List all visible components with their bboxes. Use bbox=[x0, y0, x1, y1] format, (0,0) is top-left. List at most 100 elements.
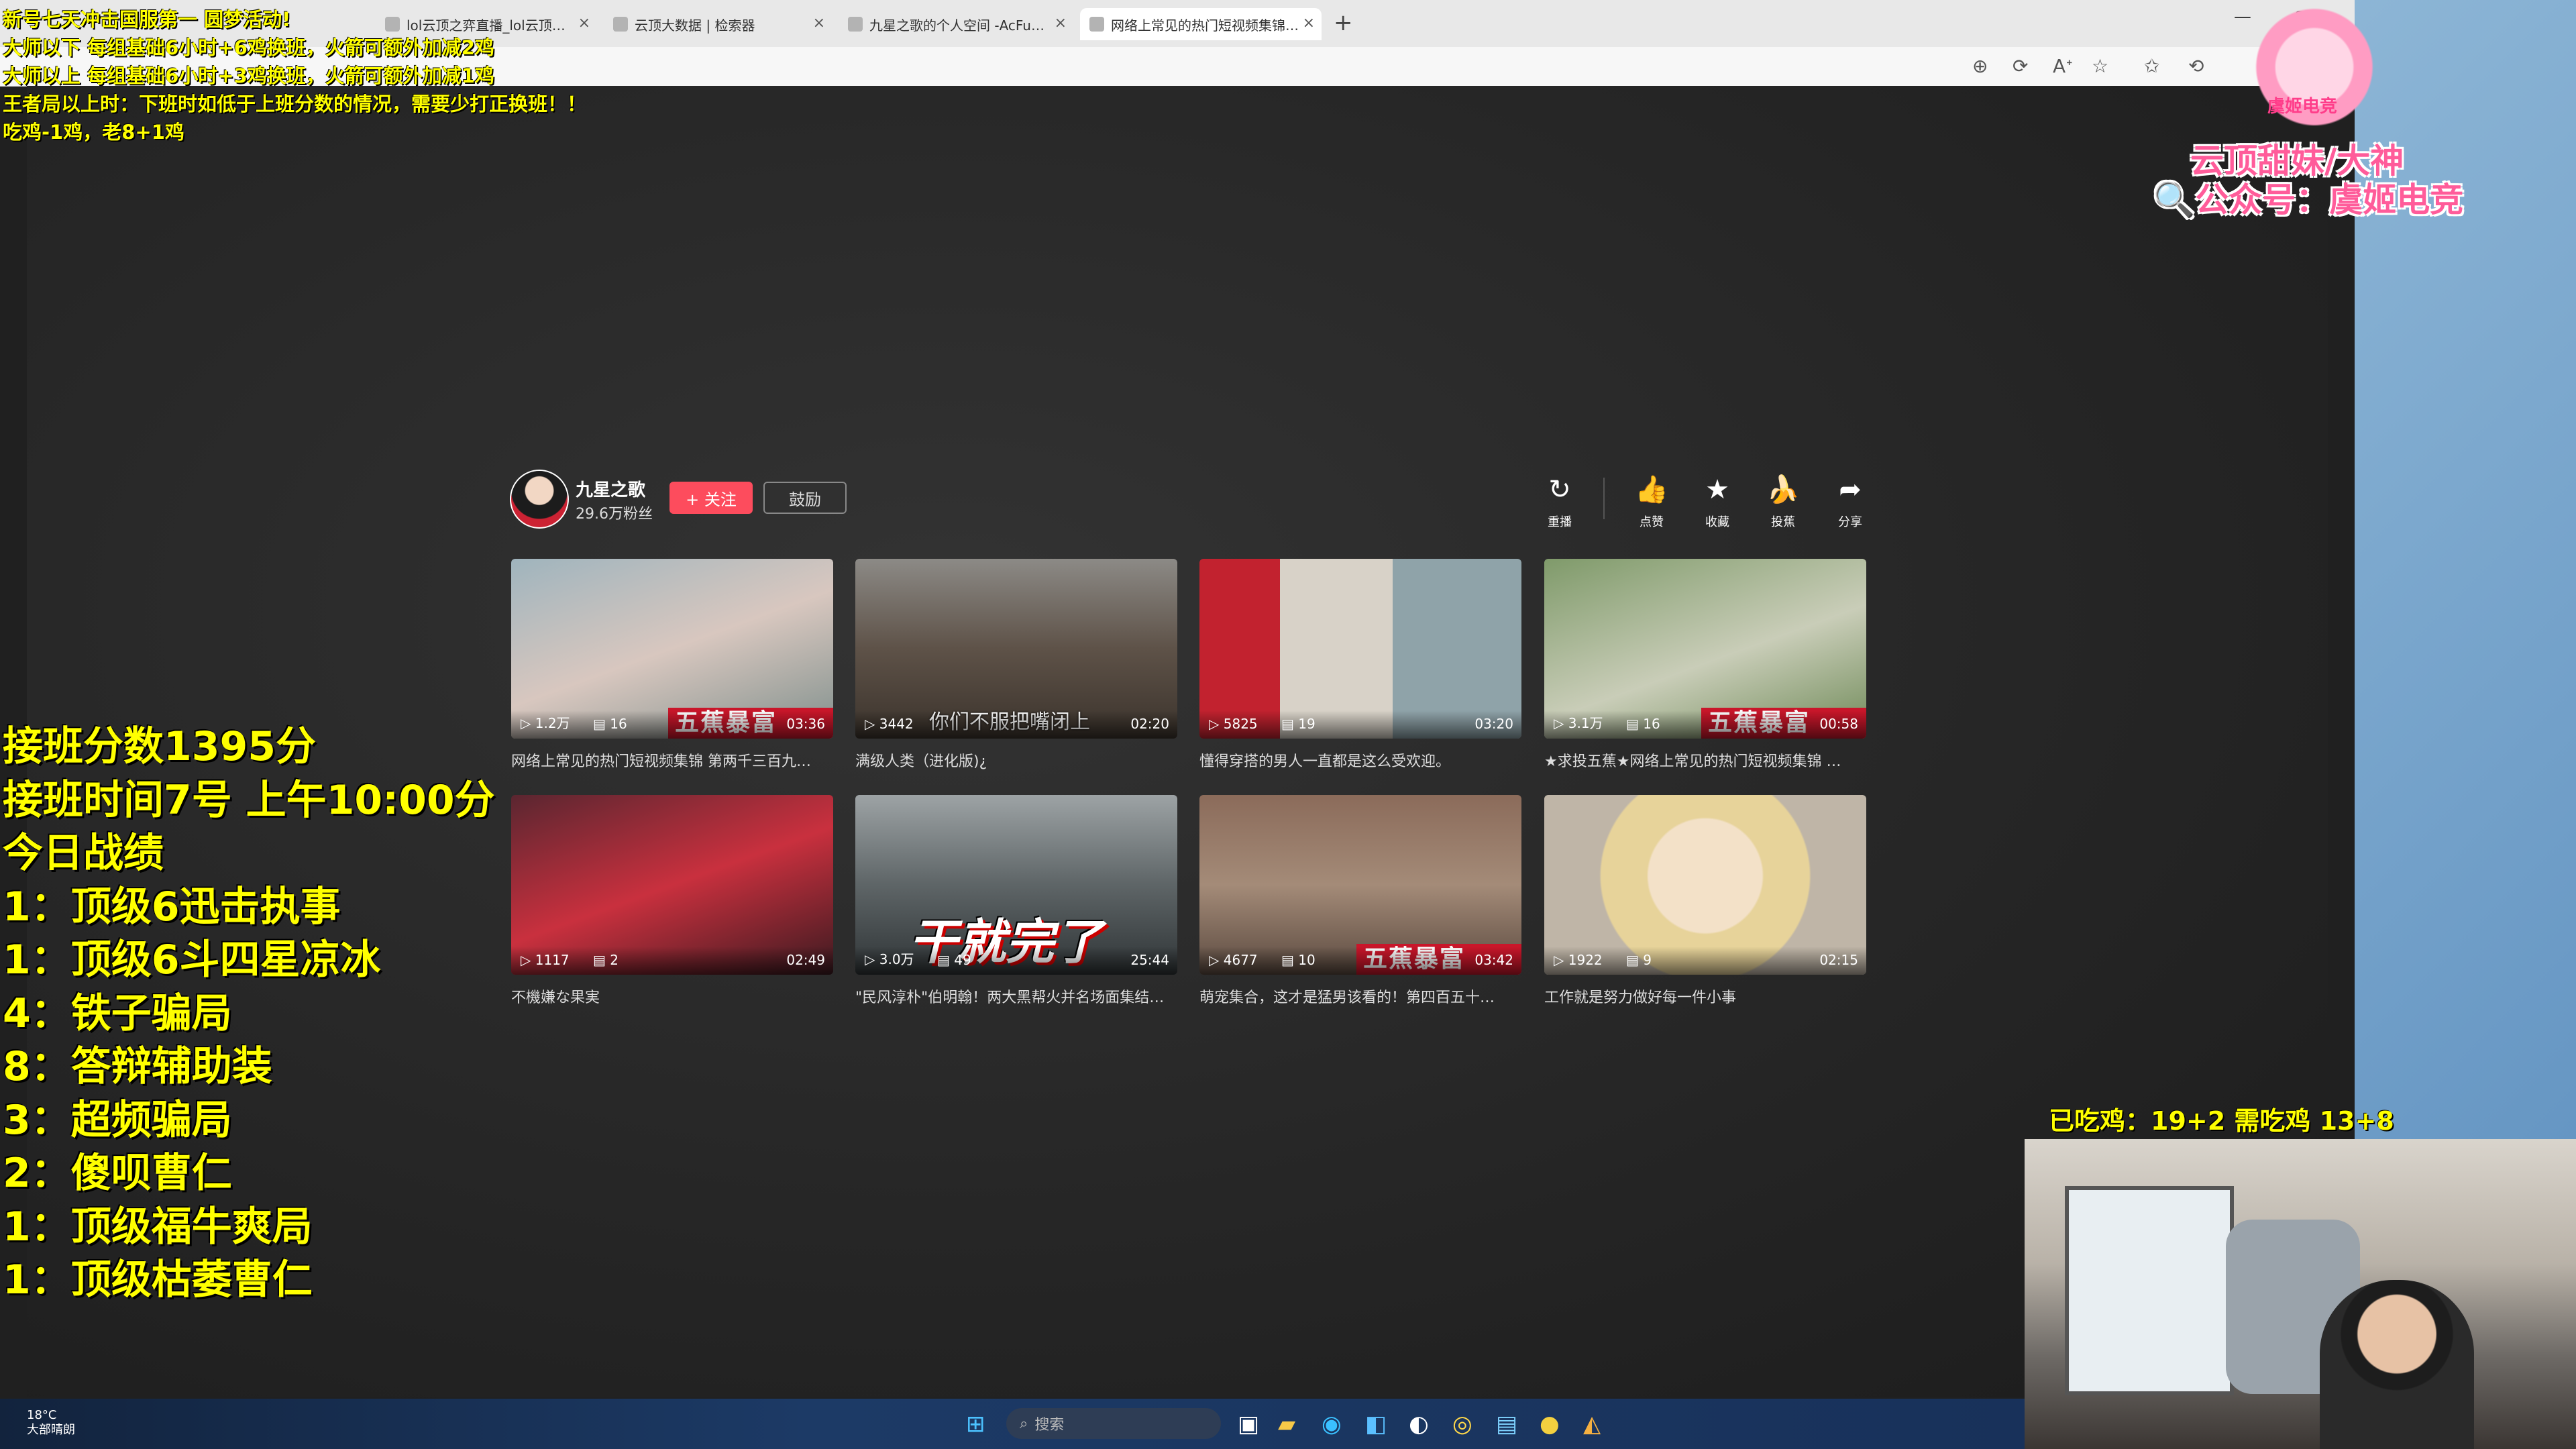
view-count: ▷ 1922 bbox=[1554, 952, 1603, 968]
view-count: ▷ 4677 bbox=[1209, 952, 1258, 968]
search-placeholder: 搜索 bbox=[1034, 1417, 1065, 1434]
video-card[interactable]: 五蕉暴富▷ 1.2万▤ 1603:36 网络上常见的热门短视频集锦 第两千三百九… bbox=[511, 559, 833, 771]
brand-line-2: 🔍公众号：虞姬电竞 bbox=[2153, 180, 2464, 219]
comment-count: ▤ 19 bbox=[1281, 716, 1316, 732]
video-title[interactable]: 不機嫌な果実 bbox=[511, 985, 833, 1007]
overlay-rule-line: 吃鸡-1鸡，老8+1鸡 bbox=[3, 121, 184, 144]
banana-button[interactable]: 🍌 投蕉 bbox=[1756, 475, 1810, 530]
task-view-icon[interactable]: ▣ bbox=[1238, 1411, 1259, 1438]
app-icon-5[interactable]: ◭ bbox=[1583, 1411, 1601, 1438]
video-title[interactable]: "民风淳朴"伯明翰！两大黑帮火并名场面集结… bbox=[855, 985, 1177, 1007]
video-duration: 03:42 bbox=[1474, 952, 1513, 968]
like-icon: 👍 bbox=[1635, 474, 1668, 505]
action-separator bbox=[1603, 478, 1605, 519]
video-card[interactable]: 五蕉暴富▷ 4677▤ 1003:42萌宠集合，这才是猛男该看的！第四百五十… bbox=[1199, 795, 1521, 1007]
app-icon-1[interactable]: ◐ bbox=[1409, 1411, 1429, 1438]
video-meta: ▷ 1922 ▤ 9 02:15 bbox=[1544, 947, 1866, 975]
history-icon[interactable]: ⟲ bbox=[2188, 55, 2204, 77]
video-thumbnail[interactable]: 你们不服把嘴闭上▷ 344202:20 bbox=[855, 559, 1177, 739]
minimize-icon[interactable]: — bbox=[2234, 7, 2251, 27]
video-end-screen bbox=[27, 86, 2328, 1397]
overlay-stat-line: 1：顶级枯萎曹仁 bbox=[3, 1256, 313, 1303]
video-duration: 25:44 bbox=[1130, 952, 1169, 968]
webcam-window bbox=[2065, 1186, 2234, 1395]
video-thumbnail[interactable]: ▷ 1922 ▤ 9 02:15 bbox=[1544, 795, 1866, 975]
search-icon: ⌕ bbox=[1020, 1415, 1028, 1432]
browser-tab[interactable]: 网络上常见的热门短视频集锦 第 × bbox=[1080, 8, 1322, 40]
close-tab-icon[interactable]: × bbox=[1303, 15, 1315, 32]
close-tab-icon[interactable]: × bbox=[578, 15, 590, 32]
edge-icon[interactable]: ◉ bbox=[1322, 1411, 1342, 1438]
like-button[interactable]: 👍 点赞 bbox=[1625, 475, 1678, 530]
video-thumbnail[interactable]: ▷ 1117 ▤ 2 02:49 bbox=[511, 795, 833, 975]
tab-favicon bbox=[848, 17, 863, 32]
favorite-button[interactable]: ★ 收藏 bbox=[1690, 475, 1744, 530]
app-icon-2[interactable]: ◎ bbox=[1452, 1411, 1472, 1438]
video-thumbnail[interactable]: 五蕉暴富▷ 3.1万▤ 1600:58 bbox=[1544, 559, 1866, 739]
replay-button[interactable]: ↻ 重播 bbox=[1533, 475, 1587, 530]
view-count: ▷ 3442 bbox=[865, 716, 914, 732]
close-tab-icon[interactable]: × bbox=[813, 15, 825, 32]
video-card[interactable]: 五蕉暴富▷ 3.1万▤ 1600:58 ★求投五蕉★网络上常见的热门短视频集锦 … bbox=[1544, 559, 1866, 771]
video-title[interactable]: 网络上常见的热门短视频集锦 第两千三百九… bbox=[511, 749, 833, 771]
read-aloud-icon[interactable]: Aᐩ bbox=[2053, 55, 2073, 77]
video-card[interactable]: 你们不服把嘴闭上▷ 344202:20 满级人类（进化版)¿ bbox=[855, 559, 1177, 771]
overlay-rule-line: 大师以下 每组基础6小时+6鸡换班，火箭可额外加减2鸡 bbox=[3, 36, 494, 59]
video-title[interactable]: 满级人类（进化版)¿ bbox=[855, 749, 1177, 771]
overlay-rule-line: 大师以上 每组基础6小时+3鸡换班，火箭可额外加减1鸡 bbox=[3, 64, 494, 87]
video-title[interactable]: 萌宠集合，这才是猛男该看的！第四百五十… bbox=[1199, 985, 1521, 1007]
video-card[interactable]: ▷ 1117 ▤ 2 02:49 不機嫌な果実 bbox=[511, 795, 833, 1007]
follow-button[interactable]: + 关注 bbox=[669, 482, 753, 514]
weather-temp: 18°C bbox=[27, 1408, 57, 1422]
close-tab-icon[interactable]: × bbox=[1055, 15, 1067, 32]
overlay-stat-line: 3：超频骗局 bbox=[3, 1096, 232, 1144]
refresh-icon[interactable]: ⟳ bbox=[2012, 55, 2028, 77]
store-icon[interactable]: ◧ bbox=[1365, 1411, 1387, 1438]
favorite-star-icon[interactable]: ☆ bbox=[2092, 55, 2108, 77]
video-thumbnail[interactable]: 干就完了 ▷ 3.0万 ▤ 49 25:44 bbox=[855, 795, 1177, 975]
overlay-stat-line: 1：顶级福牛爽局 bbox=[3, 1203, 313, 1250]
video-thumbnail[interactable]: ▷ 5825 ▤ 19 03:20 bbox=[1199, 559, 1521, 739]
new-tab-button[interactable]: + bbox=[1334, 9, 1353, 36]
overlay-stat-line: 8：答辩辅助装 bbox=[3, 1043, 272, 1090]
video-card[interactable]: 干就完了 ▷ 3.0万 ▤ 49 25:44 "民风淳朴"伯明翰！两大黑帮火并名场面集结… bbox=[855, 795, 1177, 1007]
app-icon-3[interactable]: ▤ bbox=[1496, 1411, 1517, 1438]
overlay-stat-line: 2：傻呗曹仁 bbox=[3, 1150, 232, 1197]
comment-count: ▤ 10 bbox=[1281, 952, 1316, 968]
favorites-list-icon[interactable]: ✩ bbox=[2144, 55, 2159, 77]
video-card[interactable]: ▷ 5825 ▤ 19 03:20 懂得穿搭的男人一直都是这么受欢迎。 bbox=[1199, 559, 1521, 771]
file-explorer-icon[interactable]: ▰ bbox=[1278, 1411, 1295, 1438]
taskbar-search[interactable]: ⌕ 搜索 bbox=[1006, 1408, 1221, 1439]
author-block: 九星之歌 29.6万粉丝 + 关注 鼓励 bbox=[510, 470, 847, 529]
weather-widget[interactable]: 18°C 大部晴朗 bbox=[27, 1408, 75, 1438]
cheer-button[interactable]: 鼓励 bbox=[763, 482, 847, 514]
app-icon-4[interactable]: ● bbox=[1540, 1411, 1560, 1438]
like-label: 点赞 bbox=[1640, 515, 1664, 529]
video-card[interactable]: ▷ 1922 ▤ 9 02:15 工作就是努力做好每一件小事 bbox=[1544, 795, 1866, 1007]
zoom-icon[interactable]: ⊕ bbox=[1972, 55, 1988, 77]
view-count: ▷ 3.1万 bbox=[1554, 715, 1603, 731]
webcam-person bbox=[2320, 1280, 2474, 1449]
browser-window: + — ▢ lol云顶之弈直播_lol云顶之弈直播×云顶大数据 | 检索器×九星… bbox=[0, 0, 2355, 1399]
overlay-stat-line: 接班时间7号 上午10:00分 bbox=[3, 776, 495, 824]
author-avatar[interactable] bbox=[510, 470, 569, 529]
browser-tab[interactable]: 云顶大数据 | 检索器 × bbox=[604, 8, 832, 40]
browser-tab[interactable]: 九星之歌的个人空间 -AcFun弹幕 × bbox=[839, 8, 1073, 40]
comment-count: ▤ 2 bbox=[593, 952, 619, 968]
share-label: 分享 bbox=[1838, 515, 1862, 529]
start-icon[interactable]: ⊞ bbox=[966, 1411, 985, 1438]
video-title[interactable]: 工作就是努力做好每一件小事 bbox=[1544, 985, 1866, 1007]
video-title[interactable]: 懂得穿搭的男人一直都是这么受欢迎。 bbox=[1199, 749, 1521, 771]
share-icon: ➦ bbox=[1839, 474, 1862, 505]
logo-text: 虞姬电竞 bbox=[2267, 97, 2338, 117]
author-name[interactable]: 九星之歌 bbox=[576, 476, 645, 501]
tab-title: 网络上常见的热门短视频集锦 第 bbox=[1111, 17, 1299, 34]
video-title[interactable]: ★求投五蕉★网络上常见的热门短视频集锦 … bbox=[1544, 749, 1866, 771]
video-thumbnail[interactable]: 五蕉暴富▷ 1.2万▤ 1603:36 bbox=[511, 559, 833, 739]
share-button[interactable]: ➦ 分享 bbox=[1823, 475, 1877, 530]
video-duration: 02:49 bbox=[786, 952, 825, 968]
view-count: ▷ 3.0万 bbox=[865, 951, 914, 967]
comment-count: ▤ 49 bbox=[937, 952, 971, 968]
video-thumbnail[interactable]: 五蕉暴富▷ 4677▤ 1003:42 bbox=[1199, 795, 1521, 975]
video-meta: ▷ 3442 02:20 bbox=[855, 710, 1177, 739]
